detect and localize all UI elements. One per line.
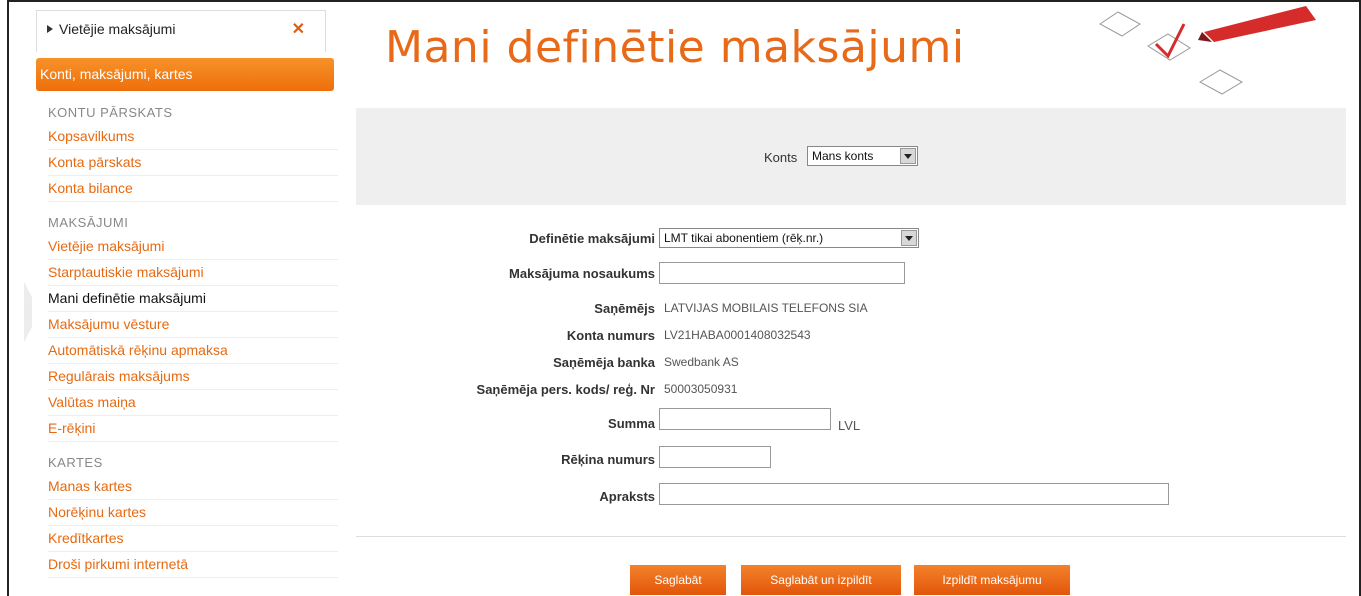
amount-label: Summa: [608, 416, 655, 431]
payment-name-input[interactable]: [659, 262, 905, 284]
description-input[interactable]: [659, 483, 1169, 505]
page-title: Mani definētie maksājumi: [385, 22, 965, 73]
recipient-code-label: Saņēmēja pers. kods/ reģ. Nr: [476, 382, 655, 397]
account-select[interactable]: Mans konts: [807, 146, 918, 166]
description-label: Apraksts: [599, 489, 655, 504]
save-execute-button[interactable]: Saglabāt un izpildīt: [741, 565, 901, 595]
recipient-code-value: 50003050931: [664, 382, 738, 396]
sidebar-item-vietejie[interactable]: Vietējie maksājumi: [48, 234, 338, 260]
section-header-label: Konti, maksājumi, kartes: [40, 66, 193, 82]
sidebar-item-valutas[interactable]: Valūtas maiņa: [48, 390, 338, 416]
recipient-label: Saņēmējs: [594, 301, 655, 316]
execute-payment-button[interactable]: Izpildīt maksājumu: [914, 565, 1070, 595]
invoice-number-input[interactable]: [659, 446, 771, 468]
invoice-number-label: Rēķina numurs: [561, 452, 655, 467]
expand-arrow-icon: [47, 25, 53, 33]
chevron-down-icon: [900, 148, 916, 164]
account-label: Konts: [764, 150, 798, 165]
sidebar-item-e-rekini[interactable]: E-rēķini: [48, 416, 338, 442]
section-header[interactable]: Konti, maksājumi, kartes: [36, 58, 334, 91]
sidebar-item-mani-definetie[interactable]: Mani definētie maksājumi: [48, 286, 338, 312]
sidebar-item-automatiska[interactable]: Automātiskā rēķinu apmaksa: [48, 338, 338, 364]
currency-label: LVL: [838, 418, 861, 433]
save-button[interactable]: Saglabāt: [630, 565, 726, 595]
sidebar-item-drosi-pirkumi[interactable]: Droši pirkumi internetā: [48, 552, 338, 578]
payment-name-label: Maksājuma nosaukums: [509, 266, 655, 281]
sidebar-item-manas-kartes[interactable]: Manas kartes: [48, 474, 338, 500]
sidebar-item-kreditkartes[interactable]: Kredītkartes: [48, 526, 338, 552]
sidebar-item-regularais[interactable]: Regulārais maksājums: [48, 364, 338, 390]
close-icon[interactable]: ✕: [292, 19, 305, 39]
defined-payments-label: Definētie maksājumi: [529, 231, 655, 246]
checkbox-marker-illustration: [1099, 6, 1316, 95]
sidebar-item-starptautiskie[interactable]: Starptautiskie maksājumi: [48, 260, 338, 286]
group-title-cards: KARTES: [48, 455, 103, 470]
account-number-value: LV21HABA0001408032543: [664, 328, 811, 342]
account-select-value: Mans konts: [812, 149, 874, 163]
recipient-value: LATVIJAS MOBILAIS TELEFONS SIA: [664, 301, 868, 315]
defined-payments-select[interactable]: LMT tikai abonentiem (rēķ.nr.): [659, 228, 919, 248]
recipient-bank-label: Saņēmēja banka: [553, 355, 655, 370]
sidebar: Vietējie maksājumi ✕ Konti, maksājumi, k…: [30, 2, 338, 596]
active-tab-label: Vietējie maksājumi: [59, 21, 176, 37]
recipient-bank-value: Swedbank AS: [664, 355, 739, 369]
chevron-down-icon: [901, 230, 917, 246]
amount-input[interactable]: [659, 408, 831, 430]
sidebar-item-vesture[interactable]: Maksājumu vēsture: [48, 312, 338, 338]
sidebar-item-norekinu-kartes[interactable]: Norēķinu kartes: [48, 500, 338, 526]
defined-payments-value: LMT tikai abonentiem (rēķ.nr.): [664, 231, 824, 245]
sidebar-item-konta-bilance[interactable]: Konta bilance: [48, 176, 338, 202]
account-number-label: Konta numurs: [566, 328, 655, 343]
sidebar-item-kopsavilkums[interactable]: Kopsavilkums: [48, 124, 338, 150]
group-title-accounts: KONTU PĀRSKATS: [48, 105, 173, 120]
sidebar-menu: KONTU PĀRSKATS Kopsavilkums Konta pārska…: [48, 102, 338, 578]
group-title-payments: MAKSĀJUMI: [48, 215, 129, 230]
active-tab[interactable]: Vietējie maksājumi ✕: [36, 10, 326, 52]
sidebar-item-konta-parskats[interactable]: Konta pārskats: [48, 150, 338, 176]
divider: [356, 536, 1346, 537]
